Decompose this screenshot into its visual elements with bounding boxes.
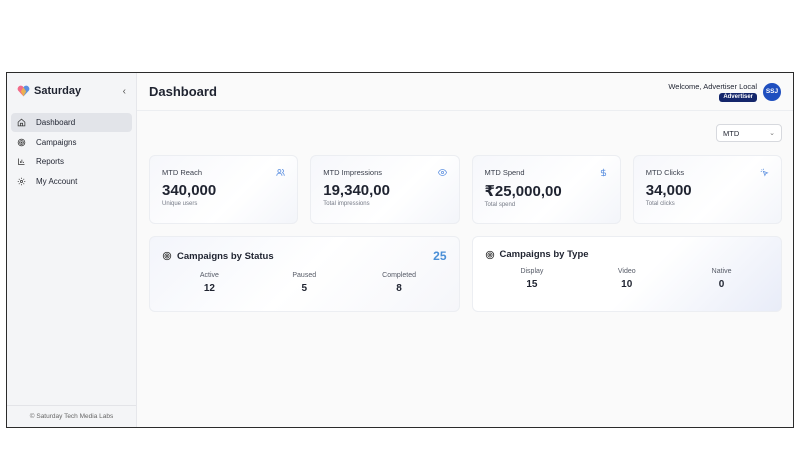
sidebar-item-label: Campaigns — [36, 137, 77, 147]
stat-completed: Completed 8 — [352, 272, 447, 294]
eye-icon — [437, 169, 447, 176]
metric-value: ₹25,000,00 — [484, 183, 562, 200]
stat-label: Active — [199, 272, 219, 279]
stat-label: Native — [711, 268, 732, 275]
stat-display: Display 15 — [485, 268, 580, 290]
metric-card-spend: MTD Spend ₹25,000,00 Total spend — [471, 155, 621, 224]
sidebar: Saturday ‹ Dashboard Campaigns Reports M… — [7, 73, 137, 427]
panel-total: 25 — [433, 249, 447, 263]
stat-label: Completed — [382, 272, 416, 279]
avatar[interactable]: SSJ — [763, 82, 781, 101]
page-title: Dashboard — [149, 84, 217, 99]
metric-sub: Total impressions — [323, 201, 370, 207]
users-icon — [276, 169, 285, 176]
sidebar-item-campaigns[interactable]: Campaigns — [11, 133, 132, 152]
status-stats: Active 12 Paused 5 Completed 8 — [162, 272, 447, 294]
target-icon — [17, 138, 26, 146]
metric-label: MTD Impressions — [323, 168, 383, 177]
target-icon — [162, 251, 172, 261]
metric-label: MTD Reach — [162, 168, 203, 177]
sidebar-nav: Dashboard Campaigns Reports My Account — [7, 113, 136, 191]
stat-value: 0 — [718, 279, 725, 290]
stat-value: 8 — [396, 283, 402, 294]
type-stats: Display 15 Video 10 Native 0 — [485, 268, 770, 290]
period-select-value: MTD — [723, 128, 740, 138]
panel-header: Campaigns by Type — [485, 249, 770, 260]
bar-chart-icon — [18, 158, 25, 165]
stat-label: Video — [617, 268, 636, 275]
metric-value: 19,340,00 — [323, 182, 390, 199]
sidebar-item-my-account[interactable]: My Account — [11, 172, 132, 191]
metric-cards: MTD Reach 340,000 Unique users MTD Impre… — [149, 155, 782, 224]
stat-value: 10 — [621, 279, 633, 290]
dollar-icon — [600, 168, 606, 177]
period-select[interactable]: MTD ⌄ — [716, 124, 782, 142]
heart-logo-icon — [17, 85, 30, 97]
stat-value: 15 — [526, 279, 538, 290]
stat-paused: Paused 5 — [257, 272, 352, 294]
sidebar-item-label: My Account — [36, 176, 78, 186]
sidebar-item-reports[interactable]: Reports — [11, 152, 132, 171]
welcome-text: Welcome, Advertiser Local — [668, 81, 757, 91]
sidebar-item-label: Reports — [36, 157, 65, 166]
metric-value: 340,000 — [162, 182, 217, 199]
home-icon — [17, 118, 26, 127]
metric-card-reach: MTD Reach 340,000 Unique users — [149, 155, 299, 224]
gear-icon — [17, 177, 26, 185]
stat-label: Display — [520, 268, 544, 275]
sidebar-item-label: Dashboard — [36, 118, 76, 127]
panel-title: Campaigns by Type — [499, 249, 589, 260]
stat-native: Native 0 — [674, 268, 769, 290]
role-badge: Advertiser — [719, 92, 757, 102]
campaign-panels: Campaigns by Status 25 Active 12 Paused … — [149, 236, 782, 312]
metric-label: MTD Clicks — [645, 168, 685, 177]
metric-sub: Total clicks — [645, 201, 675, 207]
stat-video: Video 10 — [579, 268, 674, 290]
metric-value: 34,000 — [645, 182, 692, 199]
metric-label: MTD Spend — [484, 168, 525, 177]
metric-sub: Total spend — [484, 202, 516, 208]
app-window: Saturday ‹ Dashboard Campaigns Reports M… — [6, 72, 794, 428]
campaigns-by-status-panel: Campaigns by Status 25 Active 12 Paused … — [149, 236, 460, 312]
stat-label: Paused — [292, 272, 317, 279]
stat-value: 12 — [203, 283, 215, 294]
sidebar-footer: © Saturday Tech Media Labs — [7, 405, 136, 427]
panel-title: Campaigns by Status — [177, 250, 274, 262]
brand-name: Saturday — [34, 85, 82, 97]
cursor-click-icon — [760, 168, 769, 177]
user-info: Welcome, Advertiser Local Advertiser — [668, 82, 757, 102]
panel-header: Campaigns by Status 25 — [162, 249, 447, 263]
campaigns-by-type-panel: Campaigns by Type Display 15 Video 10 Na… — [471, 236, 782, 312]
sidebar-item-dashboard[interactable]: Dashboard — [11, 113, 132, 132]
user-area: Welcome, Advertiser Local Advertiser SSJ — [668, 82, 781, 102]
topbar: Dashboard Welcome, Advertiser Local Adve… — [137, 73, 793, 111]
metric-card-clicks: MTD Clicks 34,000 Total clicks — [632, 155, 782, 224]
stat-active: Active 12 — [162, 272, 257, 294]
stat-value: 5 — [301, 283, 308, 294]
brand: Saturday ‹ — [7, 73, 136, 109]
chevron-down-icon: ⌄ — [769, 130, 775, 137]
main-content: Dashboard Welcome, Advertiser Local Adve… — [137, 73, 793, 427]
metric-sub: Unique users — [162, 201, 198, 207]
collapse-sidebar-button[interactable]: ‹ — [123, 86, 126, 97]
metric-card-impressions: MTD Impressions 19,340,00 Total impressi… — [310, 155, 460, 224]
target-icon — [485, 250, 494, 259]
